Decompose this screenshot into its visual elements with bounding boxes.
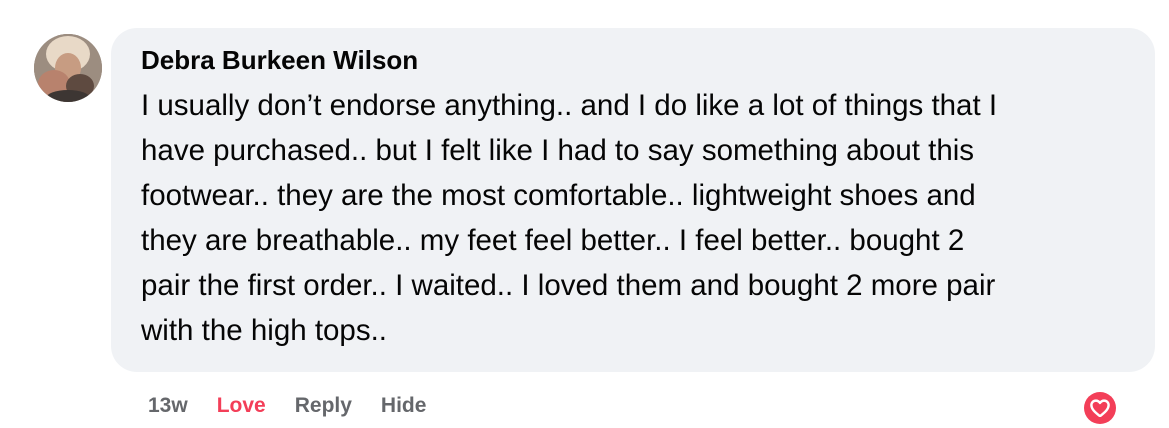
comment-text: I usually don’t endorse anything.. and I…	[141, 83, 1101, 353]
heart-reaction-icon[interactable]	[1084, 392, 1116, 424]
comment: Debra Burkeen Wilson I usually don’t end…	[0, 0, 1169, 428]
comment-bubble: Debra Burkeen Wilson I usually don’t end…	[111, 28, 1155, 372]
avatar[interactable]	[34, 34, 102, 102]
comment-actions: 13w Love Reply Hide	[148, 394, 455, 418]
avatar-photo-icon	[34, 34, 102, 102]
comment-line: I usually don’t endorse anything.. and I…	[141, 89, 998, 122]
hide-button[interactable]: Hide	[381, 394, 427, 418]
reply-button[interactable]: Reply	[295, 394, 352, 418]
comment-line: they are breathable.. my feet feel bette…	[141, 224, 965, 257]
comment-line: footwear.. they are the most comfortable…	[141, 179, 976, 212]
heart-icon	[1090, 399, 1110, 417]
author-name[interactable]: Debra Burkeen Wilson	[141, 45, 1125, 75]
comment-line: with the high tops..	[141, 314, 387, 347]
comment-line: have purchased.. but I felt like I had t…	[141, 134, 975, 167]
comment-line: pair the first order.. I waited.. I love…	[141, 269, 996, 302]
timestamp[interactable]: 13w	[148, 394, 188, 418]
love-button[interactable]: Love	[217, 394, 266, 418]
